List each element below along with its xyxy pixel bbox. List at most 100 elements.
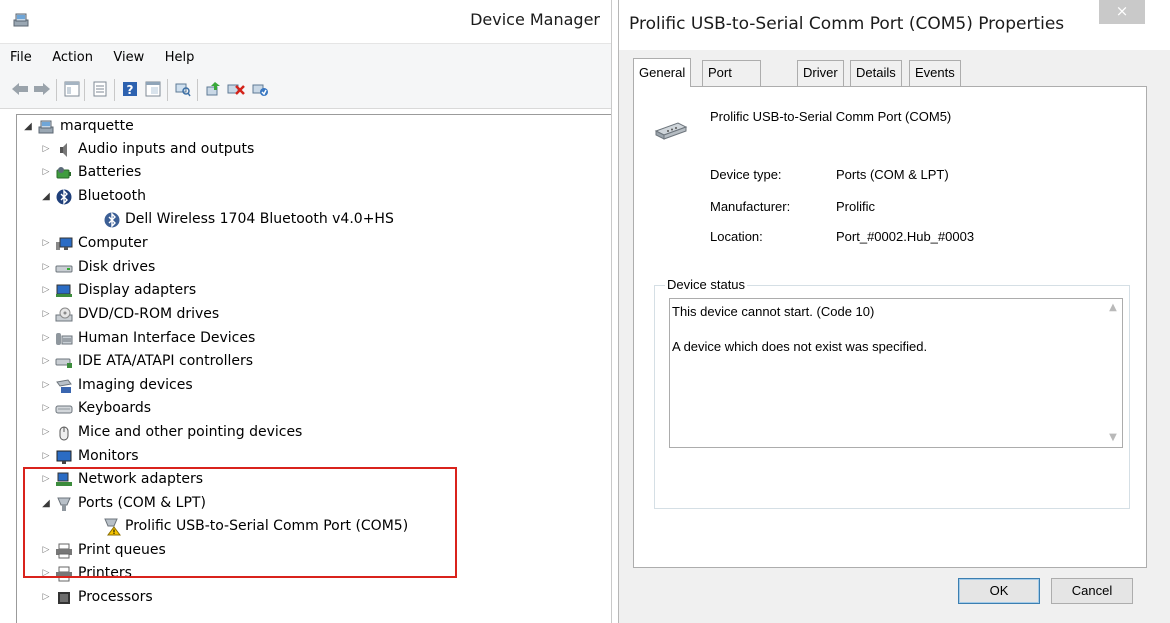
toolbar-separator <box>56 79 57 101</box>
expand-arrow-icon[interactable]: ▷ <box>41 279 51 302</box>
action-view-icon[interactable] <box>143 79 163 99</box>
printer-icon <box>55 542 73 559</box>
expand-arrow-icon[interactable]: ▷ <box>41 397 51 420</box>
device-type-value: Ports (COM & LPT) <box>836 167 949 182</box>
tree-label: Keyboards <box>78 400 152 416</box>
tree-label: Mice and other pointing devices <box>78 424 303 440</box>
scan-hardware-icon[interactable] <box>173 79 193 99</box>
device-manager-window: Device Manager File Action View Help ? ◢… <box>0 0 612 623</box>
tab-general[interactable]: General <box>633 58 692 87</box>
manufacturer-label: Manufacturer: <box>710 199 791 214</box>
tree-label: Computer <box>78 235 148 251</box>
dialog-title-bar: Prolific USB-to-Serial Comm Port (COM5) … <box>619 0 1170 50</box>
tree-label: Monitors <box>78 448 139 464</box>
expand-arrow-icon[interactable]: ▷ <box>41 161 51 184</box>
expand-arrow-icon[interactable]: ▷ <box>41 256 51 279</box>
toolbar: ? <box>0 71 611 109</box>
general-tab-panel: Prolific USB-to-Serial Comm Port (COM5) … <box>633 86 1147 568</box>
help-icon[interactable]: ? <box>120 79 140 99</box>
expand-arrow-icon[interactable]: ▷ <box>41 539 51 562</box>
tree-label: Ports (COM & LPT) <box>78 495 206 511</box>
bluetooth-device-icon <box>103 211 121 228</box>
device-type-label: Device type: <box>710 167 782 182</box>
expand-arrow-icon[interactable]: ▷ <box>41 232 51 255</box>
tree-label: IDE ATA/ATAPI controllers <box>78 353 254 369</box>
manufacturer-value: Prolific <box>836 199 876 214</box>
hid-icon <box>55 330 73 347</box>
device-tree: ◢ marquette ▷ Audio inputs and outputs ▷… <box>16 114 611 623</box>
back-arrow-icon[interactable] <box>10 79 30 99</box>
processor-icon <box>55 589 73 606</box>
menu-file[interactable]: File <box>0 44 40 68</box>
location-value: Port_#0002.Hub_#0003 <box>836 229 975 244</box>
keyboard-icon <box>55 400 73 417</box>
expand-arrow-icon[interactable]: ▷ <box>41 374 51 397</box>
display-adapter-icon <box>55 282 73 299</box>
expand-arrow-icon[interactable]: ▷ <box>41 350 51 373</box>
ok-button[interactable]: OK <box>958 578 1040 604</box>
port-icon <box>55 495 73 512</box>
speaker-icon <box>55 141 73 158</box>
tab-port-settings[interactable]: Port Settings <box>702 60 761 104</box>
collapse-arrow-icon[interactable]: ◢ <box>41 492 51 515</box>
expand-arrow-icon[interactable]: ▷ <box>41 445 51 468</box>
status-line: This device cannot start. (Code 10) <box>672 304 875 319</box>
menu-action[interactable]: Action <box>44 44 101 68</box>
forward-arrow-icon[interactable] <box>32 79 52 99</box>
device-status-legend: Device status <box>665 277 748 292</box>
dialog-title: Prolific USB-to-Serial Comm Port (COM5) … <box>629 14 1065 34</box>
cancel-button[interactable]: Cancel <box>1051 578 1133 604</box>
tree-label: Network adapters <box>78 471 203 487</box>
disable-device-icon[interactable] <box>226 79 246 99</box>
menu-help[interactable]: Help <box>157 44 203 68</box>
tab-events[interactable]: Events <box>909 60 961 86</box>
expand-arrow-icon[interactable]: ▷ <box>41 468 51 491</box>
expand-arrow-icon[interactable]: ▷ <box>41 327 51 350</box>
tab-driver[interactable]: Driver <box>797 60 844 86</box>
svg-text:?: ? <box>127 83 134 97</box>
tab-details[interactable]: Details <box>850 60 902 86</box>
tree-label: Disk drives <box>78 259 156 275</box>
mouse-icon <box>55 424 73 441</box>
toolbar-separator <box>167 79 168 101</box>
dvd-icon <box>55 306 73 323</box>
ide-icon <box>55 353 73 370</box>
status-line: A device which does not exist was specif… <box>672 339 928 354</box>
tree-label: Dell Wireless 1704 Bluetooth v4.0+HS <box>125 211 394 227</box>
collapse-arrow-icon[interactable]: ◢ <box>23 115 33 138</box>
menu-view[interactable]: View <box>105 44 152 68</box>
tree-label: Prolific USB-to-Serial Comm Port (COM5) <box>125 518 409 534</box>
expand-arrow-icon[interactable]: ▷ <box>41 303 51 326</box>
tree-label: Human Interface Devices <box>78 330 256 346</box>
tree-label: Display adapters <box>78 282 197 298</box>
tree-label: Processors <box>78 589 153 605</box>
tree-label: DVD/CD-ROM drives <box>78 306 220 322</box>
expand-arrow-icon[interactable]: ▷ <box>41 562 51 585</box>
properties-icon[interactable] <box>90 79 110 99</box>
expand-arrow-icon[interactable]: ▷ <box>41 421 51 444</box>
network-icon <box>55 471 73 488</box>
collapse-arrow-icon[interactable]: ◢ <box>41 185 51 208</box>
scrollbar[interactable]: ▲ ▼ <box>1104 299 1122 447</box>
toolbar-separator <box>114 79 115 101</box>
device-name: Prolific USB-to-Serial Comm Port (COM5) <box>710 109 952 124</box>
device-manager-icon <box>12 12 30 32</box>
device-status-group: Device status This device cannot start. … <box>654 277 1130 509</box>
update-driver-icon[interactable] <box>203 79 223 99</box>
scroll-down-icon[interactable]: ▼ <box>1104 429 1122 447</box>
tree-label: Printers <box>78 565 132 581</box>
device-status-textbox[interactable]: This device cannot start. (Code 10) A de… <box>669 298 1123 448</box>
tree-label: Batteries <box>78 164 142 180</box>
tree-label: Audio inputs and outputs <box>78 141 255 157</box>
show-hide-tree-icon[interactable] <box>62 79 82 99</box>
expand-arrow-icon[interactable]: ▷ <box>41 138 51 161</box>
scroll-up-icon[interactable]: ▲ <box>1104 299 1122 317</box>
enable-device-icon[interactable] <box>250 79 270 99</box>
close-button[interactable]: × <box>1099 0 1145 24</box>
tree-label: Bluetooth <box>78 188 146 204</box>
serial-port-icon <box>654 115 688 145</box>
expand-arrow-icon[interactable]: ▷ <box>41 586 51 609</box>
tree-label: Imaging devices <box>78 377 193 393</box>
toolbar-separator <box>197 79 198 101</box>
title-bar: Device Manager <box>0 0 611 43</box>
